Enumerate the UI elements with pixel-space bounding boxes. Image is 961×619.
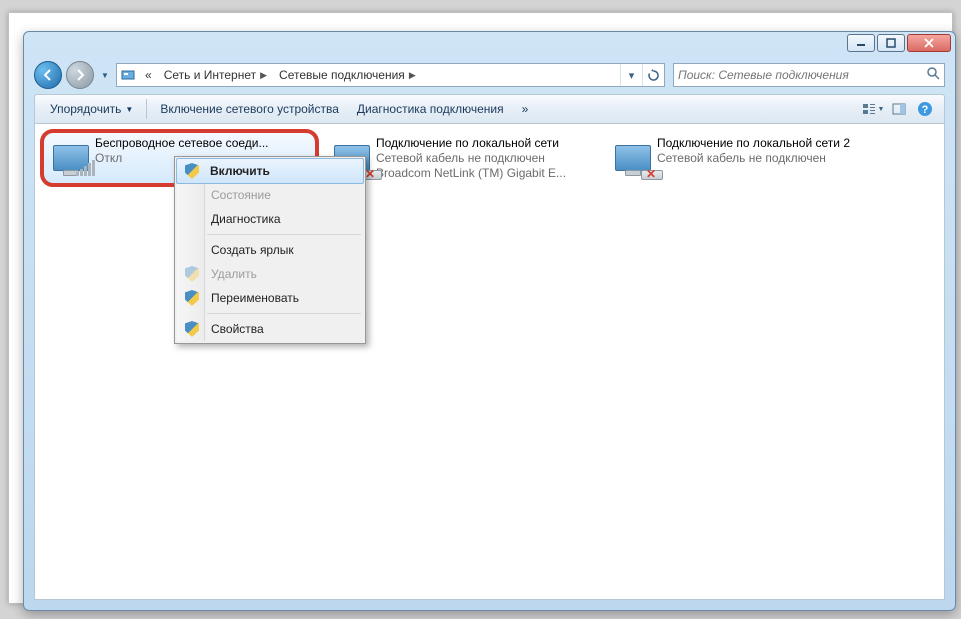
search-input[interactable] (678, 68, 927, 82)
menu-item-shortcut[interactable]: Создать ярлык (177, 238, 363, 262)
content-area[interactable]: Беспроводное сетевое соеди... Откл ✕ Под… (34, 124, 945, 600)
menu-item-status: Состояние (177, 183, 363, 207)
breadcrumb-segment-1[interactable]: Сетевые подключения ▶ (273, 64, 422, 86)
menu-label: Диагностика (211, 212, 281, 226)
command-toolbar: Упорядочить ▼ Включение сетевого устройс… (34, 94, 945, 124)
breadcrumb-label: Сеть и Интернет (164, 68, 256, 82)
arrow-left-icon (41, 68, 55, 82)
help-button[interactable]: ? (912, 98, 938, 120)
connection-status: Сетевой кабель не подключен (657, 151, 874, 166)
explorer-window: ▼ « Сеть и Интернет ▶ Сетевые подключени… (23, 31, 956, 611)
menu-label: Удалить (211, 267, 257, 281)
menu-label: Включить (210, 164, 270, 178)
search-box[interactable] (673, 63, 945, 87)
chevron-down-icon: ▼ (125, 105, 133, 114)
context-menu: Включить Состояние Диагностика Создать я… (174, 156, 366, 344)
menu-item-rename[interactable]: Переименовать (177, 286, 363, 310)
address-bar[interactable]: « Сеть и Интернет ▶ Сетевые подключения … (116, 63, 665, 87)
minimize-button[interactable] (847, 34, 875, 52)
search-icon (927, 67, 940, 83)
chevron-right-icon: ▶ (409, 70, 416, 81)
back-button[interactable] (34, 61, 62, 89)
preview-pane-button[interactable] (886, 98, 912, 120)
connection-status: Сетевой кабель не подключен (376, 151, 593, 166)
diagnose-button[interactable]: Диагностика подключения (348, 98, 513, 120)
disconnected-icon: ✕ (643, 166, 659, 182)
menu-item-delete: Удалить (177, 262, 363, 286)
breadcrumb-label: Сетевые подключения (279, 68, 405, 82)
refresh-icon (647, 69, 660, 82)
menu-label: Свойства (211, 322, 264, 336)
maximize-button[interactable] (877, 34, 905, 52)
refresh-button[interactable] (642, 64, 664, 86)
history-dropdown[interactable]: ▼ (98, 65, 112, 85)
minimize-icon (856, 38, 866, 48)
organize-menu[interactable]: Упорядочить ▼ (41, 98, 142, 120)
menu-label: Состояние (211, 188, 271, 202)
location-icon (117, 67, 139, 83)
preview-pane-icon (892, 102, 906, 116)
shield-icon (183, 162, 201, 180)
organize-label: Упорядочить (50, 102, 121, 116)
connection-name: Беспроводное сетевое соеди... (95, 136, 312, 151)
svg-text:?: ? (922, 104, 929, 116)
menu-item-enable[interactable]: Включить (176, 158, 364, 184)
title-bar (24, 32, 955, 58)
forward-button[interactable] (66, 61, 94, 89)
lan-adapter-icon: ✕ (609, 136, 657, 180)
menu-label: Переименовать (211, 291, 299, 305)
close-button[interactable] (907, 34, 951, 52)
shield-icon (183, 265, 201, 283)
connection-detail: Broadcom NetLink (TM) Gigabit E... (376, 166, 593, 181)
toolbar-more[interactable]: » (513, 98, 538, 120)
wifi-adapter-icon (47, 136, 95, 180)
annotation-frame: ▼ « Сеть и Интернет ▶ Сетевые подключени… (8, 12, 953, 604)
shield-icon (183, 289, 201, 307)
address-dropdown[interactable]: ▾ (620, 64, 642, 86)
navigation-bar: ▼ « Сеть и Интернет ▶ Сетевые подключени… (34, 60, 945, 90)
chevron-down-icon: ▼ (878, 106, 885, 113)
menu-separator (207, 234, 361, 235)
breadcrumb-segment-0[interactable]: Сеть и Интернет ▶ (158, 64, 273, 86)
enable-device-button[interactable]: Включение сетевого устройства (151, 98, 348, 120)
close-icon (924, 38, 934, 48)
menu-item-properties[interactable]: Свойства (177, 317, 363, 341)
shield-icon (183, 320, 201, 338)
menu-item-diagnostics[interactable]: Диагностика (177, 207, 363, 231)
menu-label: Создать ярлык (211, 243, 294, 257)
arrow-right-icon (73, 68, 87, 82)
help-icon: ? (917, 101, 933, 117)
chevron-right-icon: ▶ (260, 70, 267, 81)
breadcrumb-prefix[interactable]: « (139, 64, 158, 86)
view-options-button[interactable]: ▼ (860, 98, 886, 120)
separator (146, 99, 147, 119)
connection-item-lan2[interactable]: ✕ Подключение по локальной сети 2 Сетево… (605, 132, 878, 184)
menu-separator (207, 313, 361, 314)
maximize-icon (886, 38, 896, 48)
view-icon (862, 102, 876, 116)
connection-name: Подключение по локальной сети (376, 136, 593, 151)
connection-name: Подключение по локальной сети 2 (657, 136, 874, 151)
